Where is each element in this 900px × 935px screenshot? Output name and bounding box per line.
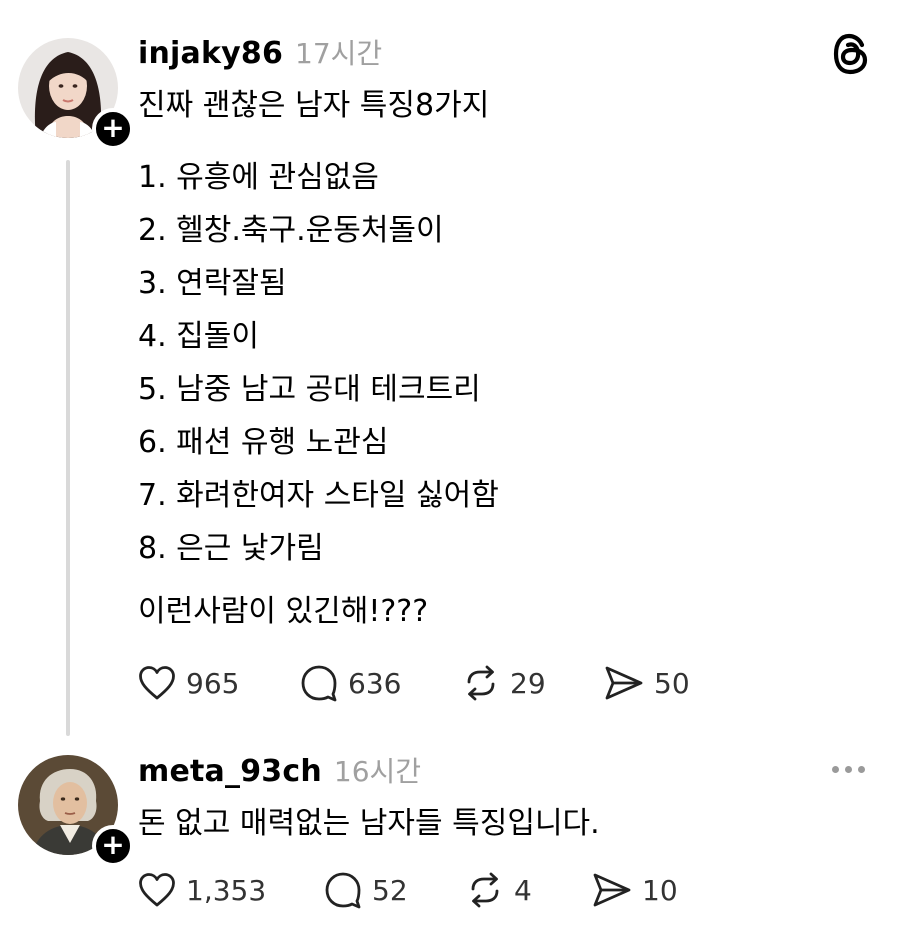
plus-icon: + — [101, 828, 125, 861]
post-closing-text: 이런사람이 있긴해!??? — [138, 594, 429, 629]
thread-line — [66, 160, 70, 736]
like-count: 965 — [186, 666, 240, 700]
reply-text: 돈 없고 매력없는 남자들 특징입니다. — [138, 806, 600, 841]
more-options-icon[interactable] — [832, 766, 865, 773]
timestamp: 16시간 — [333, 755, 422, 788]
list-item: 7. 화려한여자 스타일 싫어함 — [138, 478, 499, 513]
repost-icon — [467, 665, 495, 701]
post-list: 1. 유흥에 관심없음 2. 헬창.축구.운동처돌이 3. 연락잘됨 4. 집돌… — [138, 156, 499, 580]
send-icon — [605, 666, 643, 700]
username[interactable]: meta_93ch — [138, 754, 322, 789]
reply-post: + meta_93ch 16시간 돈 없고 매력없는 남자들 특징입니다. 1,… — [0, 740, 900, 935]
comment-button[interactable]: 636 — [300, 664, 462, 702]
plus-icon: + — [101, 111, 125, 144]
follow-button[interactable]: + — [92, 108, 134, 150]
comment-bubble-icon — [325, 872, 361, 909]
username[interactable]: injaky86 — [138, 36, 283, 71]
post-author-avatar-wrap[interactable]: + — [18, 38, 134, 150]
comment-count: 636 — [348, 666, 402, 700]
post-header: injaky86 17시간 — [138, 32, 382, 72]
repost-icon — [471, 872, 499, 908]
like-button[interactable]: 1,353 — [138, 872, 324, 908]
repost-count: 29 — [510, 666, 546, 700]
repost-count: 4 — [514, 873, 532, 907]
threads-logo-icon[interactable] — [832, 32, 872, 76]
list-item: 2. 헬창.축구.운동처돌이 — [138, 213, 444, 248]
like-count: 1,353 — [186, 873, 267, 907]
repost-button[interactable]: 4 — [466, 871, 592, 909]
follow-button[interactable]: + — [92, 825, 134, 867]
reply-author-avatar-wrap[interactable]: + — [18, 755, 134, 867]
like-button[interactable]: 965 — [138, 665, 300, 701]
post-title: 진짜 괜찮은 남자 특징8가지 — [138, 88, 490, 123]
comment-bubble-icon — [301, 665, 337, 702]
main-post: + injaky86 17시간 진짜 괜찮은 남자 특징8가지 1. 유흥에 관… — [0, 0, 900, 740]
list-item: 4. 집돌이 — [138, 319, 259, 354]
heart-icon — [139, 873, 175, 907]
share-button[interactable]: 10 — [592, 872, 678, 908]
heart-icon — [139, 666, 175, 700]
share-count: 50 — [654, 666, 690, 700]
dot — [858, 766, 865, 773]
list-item: 1. 유흥에 관심없음 — [138, 160, 379, 195]
post-actions: 965 636 29 50 — [138, 664, 690, 702]
dot — [832, 766, 839, 773]
list-item: 3. 연락잘됨 — [138, 266, 287, 301]
share-count: 10 — [642, 873, 678, 907]
timestamp: 17시간 — [295, 37, 383, 70]
list-item: 6. 패션 유행 노관심 — [138, 425, 389, 460]
dot — [845, 766, 852, 773]
list-item: 5. 남중 남고 공대 테크트리 — [138, 372, 481, 407]
comment-button[interactable]: 52 — [324, 871, 466, 909]
list-item: 8. 은근 낯가림 — [138, 531, 324, 566]
comment-count: 52 — [372, 873, 408, 907]
reply-header: meta_93ch 16시간 — [138, 750, 421, 790]
repost-button[interactable]: 29 — [462, 664, 604, 702]
send-icon — [593, 873, 631, 907]
reply-actions: 1,353 52 4 10 — [138, 871, 678, 909]
share-button[interactable]: 50 — [604, 665, 690, 701]
